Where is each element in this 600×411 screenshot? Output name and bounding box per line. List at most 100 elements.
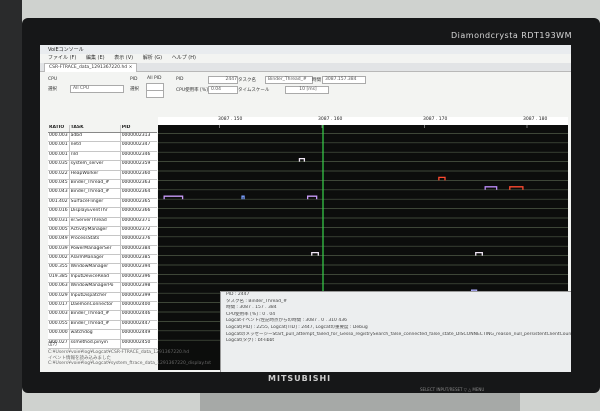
table-cell: 000.049 [49,236,68,242]
column-ratio[interactable]: RATIO [48,125,69,132]
table-row[interactable]: 000.017 DaemonConnector 0000002400 [48,302,157,312]
table-row[interactable]: 000.029 InputDispatcher 0000002399 [48,292,157,303]
table-row[interactable]: 000.039 PowerManagerSer 0000002384 [48,245,157,256]
table-row[interactable]: 000.003 Binder_Thread_# 0000002446 [48,311,157,321]
table-cell: 000.000 [49,330,68,336]
table-cell: 000.003 [49,133,68,138]
menu-file[interactable]: ファイル (F) [48,55,76,61]
task-table-body: 000.003 adbd 0000002313 000.001 netd 00000023… [48,133,157,349]
table-cell: HeapWorker [68,170,120,179]
window-title: VoiEコンソール [48,47,84,53]
pid-field[interactable]: 2447 [208,76,238,84]
event-info-panel: PID : 2447 タスク名 : Binder_Thread_# 時間 : 3… [220,291,571,372]
cpu-usage-field[interactable]: 0.04 [208,86,238,94]
column-task[interactable]: TASK [68,125,120,132]
tick-label: 3087 . 180 [523,117,548,122]
column-pid[interactable]: PID [119,125,157,132]
table-row[interactable]: 000.001 netd 0000002347 [48,142,157,152]
table-cell: 0000002399 [119,292,157,302]
table-cell: 0000002385 [119,255,157,264]
tab-trace-file[interactable]: CSR-FTRACE_data_1291367220.hd × [44,63,138,72]
event-mark[interactable] [509,186,524,190]
table-cell: 000.043 [49,189,68,195]
info-line: CPU使用率 [%] : 0 . 04 [226,311,276,317]
table-row[interactable]: 000.003 adbd 0000002313 [48,133,157,143]
table-cell: 0000002360 [119,170,157,179]
all-pid-label: All PID [147,76,162,81]
table-row[interactable]: 000.005 ActivityManager 0000002372 [48,226,157,237]
monitor-button-labels: SELECT INPUT/RESET ▽ △ MENU [420,387,485,392]
table-row[interactable]: 000.000 watchdog 0000002449 [48,330,157,340]
event-mark[interactable] [163,195,184,200]
wall-background [0,0,22,411]
table-cell: 000.035 [49,161,68,167]
table-row[interactable]: 000.055 Binder_Thread_# 0000002447 [48,320,157,331]
table-row[interactable]: 000.049 ProcessStats 0000002376 [48,236,157,246]
event-mark[interactable] [475,251,483,256]
table-cell: 0000002313 [119,133,157,142]
table-row[interactable]: 000.063 WindowManagerPo 0000002398 [48,283,157,293]
table-row[interactable]: 000.035 system_server 0000002359 [48,161,157,171]
table-cell: PowerManagerSer [68,245,120,255]
event-mark[interactable] [241,195,245,200]
table-cell: ProcessStats [68,236,120,245]
table-cell: 000.355 [49,264,68,270]
pid-field-label: PID [176,77,184,82]
table-cell: 000.063 [49,283,68,289]
menu-analyze[interactable]: 解析 (G) [143,55,162,61]
table-cell: rild [68,151,120,161]
table-row[interactable]: 000.022 HeapWorker 0000002360 [48,170,157,180]
table-row[interactable]: 000.045 Binder_Thread_# 0000002363 [48,179,157,190]
menu-edit[interactable]: 編集 (E) [86,55,105,61]
cpu-label: CPU [48,77,58,82]
table-cell: 0000002450 [119,339,157,348]
table-row[interactable]: 000.043 Binder_Thread_# 0000002364 [48,189,157,199]
menu-bar: ファイル (F) 編集 (E) 表示 (V) 解析 (G) ヘルプ (H) [40,54,571,62]
timescale-field[interactable]: 10 [ms] [285,86,329,94]
event-mark[interactable] [438,176,446,181]
table-cell: er.ServerThread [68,217,120,226]
table-cell: 0000002396 [119,273,157,283]
table-cell: 0000002446 [119,311,157,320]
table-cell: 0000002400 [119,302,157,311]
table-cell: 000.022 [49,170,68,176]
table-row[interactable]: 000.355 WindowManager 0000002394 [48,264,157,274]
table-cell: 019.385 [49,273,68,279]
table-cell: 0000002363 [119,179,157,189]
table-row[interactable]: 000.002 AlarmManager 0000002385 [48,255,157,265]
menu-view[interactable]: 表示 (V) [114,55,133,61]
monitor-stand [200,393,520,411]
table-row[interactable]: 000.031 er.ServerThread 0000002371 [48,217,157,227]
task-name-field[interactable]: Binder_Thread_# [265,76,313,84]
table-row[interactable]: 001.402 SurfaceFlinger 0000002365 [48,198,157,209]
table-cell: 000.031 [49,217,68,223]
table-row[interactable]: 000.027 ssmethod.pinyin 0000002450 [48,339,157,349]
table-row[interactable]: 000.001 rild 0000002346 [48,151,157,162]
cpu-select[interactable]: All CPU [70,85,124,93]
table-cell: DaemonConnector [68,302,120,311]
event-mark[interactable] [298,157,306,162]
pid-stepper-down[interactable] [146,90,164,98]
table-cell: Binder_Thread_# [68,320,120,330]
table-row[interactable]: 019.385 InputDeviceRead 0000002396 [48,273,157,284]
output-console[interactable]: C:¥Users¥voie¥log¥Logcat¥CSR-FTRACE_data… [48,350,218,372]
menu-help[interactable]: ヘルプ (H) [172,55,196,61]
table-cell: 0000002398 [119,283,157,292]
info-line: Logcat(タグ) : bt-libbt [226,338,275,344]
time-field[interactable]: 3087.157.384 [322,76,366,84]
event-mark[interactable] [307,195,318,200]
table-row[interactable]: 000.016 DisplayEventThr 0000002366 [48,208,157,218]
table-cell: 0000002365 [119,198,157,208]
table-cell: 0000002447 [119,320,157,330]
table-cell: 0000002371 [119,217,157,226]
event-mark[interactable] [311,251,319,256]
table-cell: 0000002366 [119,208,157,217]
task-name-label: タスク名 [238,78,256,83]
tick-label: 3087 . 160 [318,117,343,122]
table-cell: Binder_Thread_# [68,311,120,320]
cpu-usage-label: CPU使用率 [%] [176,88,208,93]
table-cell: 0000002394 [119,264,157,273]
event-mark[interactable] [484,186,498,190]
table-cell: 0000002347 [119,142,157,151]
table-cell: InputDispatcher [68,292,120,302]
